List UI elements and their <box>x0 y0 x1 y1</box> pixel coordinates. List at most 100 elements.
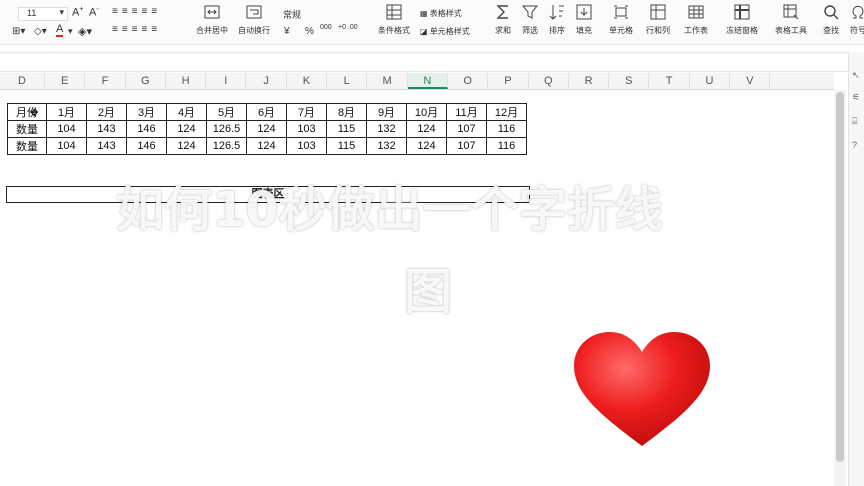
table-style-button[interactable]: ▦ 表格样式 <box>420 8 462 19</box>
table-row: 数量 104 143 146 124 126.5 124 103 115 132… <box>7 120 527 138</box>
worksheet-button[interactable]: 工作表 <box>684 3 708 36</box>
fill-label: 填充 <box>576 26 592 35</box>
table-cell[interactable]: 月份 <box>7 103 47 121</box>
column-header-v[interactable]: V <box>730 73 771 89</box>
table-cell[interactable]: 124 <box>246 137 287 155</box>
property-icon[interactable]: ⚟ <box>852 92 860 103</box>
scrollbar-thumb[interactable] <box>836 92 844 462</box>
sort-button[interactable]: 排序 <box>548 3 566 36</box>
freeze-panes-button[interactable]: 冻结窗格 <box>726 3 758 36</box>
fill-color-icon[interactable]: ◇▾ <box>34 26 47 37</box>
percent-button[interactable]: % <box>305 26 314 37</box>
layout-icon[interactable]: ⌸ <box>852 116 857 127</box>
table-cell[interactable]: 10月 <box>406 103 447 121</box>
chevron-down-icon[interactable]: ▾ <box>68 26 73 37</box>
help-icon[interactable]: ? <box>852 140 857 150</box>
font-color-icon[interactable]: A <box>56 24 64 37</box>
filter-button[interactable]: 筛选 <box>521 3 539 36</box>
table-cell[interactable]: 126.5 <box>206 120 247 138</box>
number-format-select[interactable]: 常规 <box>283 8 301 21</box>
table-cell[interactable]: 143 <box>86 120 127 138</box>
column-header-q[interactable]: Q <box>529 73 569 89</box>
decimal-button[interactable]: +0 .00 <box>338 24 358 31</box>
column-header-j[interactable]: J <box>247 73 287 89</box>
table-cell[interactable]: 9月 <box>366 103 407 121</box>
table-cell[interactable]: 数量 <box>7 120 47 138</box>
decrease-font-icon[interactable]: A- <box>89 6 99 19</box>
table-cell[interactable]: 124 <box>166 137 207 155</box>
table-tools-button[interactable]: 表格工具 <box>775 3 807 36</box>
table-cell[interactable]: 124 <box>246 120 287 138</box>
column-header-f[interactable]: F <box>85 73 126 89</box>
table-cell[interactable]: 146 <box>126 137 167 155</box>
column-header-o[interactable]: O <box>448 73 489 89</box>
table-cell[interactable]: 124 <box>166 120 207 138</box>
find-button[interactable]: 查找 <box>822 3 840 36</box>
wrap-text-button[interactable]: 自动换行 <box>238 3 270 36</box>
sum-button[interactable]: 求和 <box>494 3 512 36</box>
table-cell[interactable]: 115 <box>326 120 367 138</box>
table-cell[interactable]: 数量 <box>7 137 47 155</box>
formula-bar[interactable] <box>0 52 864 72</box>
column-header-d[interactable]: D <box>0 73 45 89</box>
column-header-g[interactable]: G <box>126 73 166 89</box>
table-cell[interactable]: 6月 <box>246 103 287 121</box>
table-cell[interactable]: 116 <box>486 137 527 155</box>
table-cell[interactable]: 8月 <box>326 103 367 121</box>
symbol-label: 符号 <box>850 26 864 35</box>
fill-button[interactable]: 填充 <box>575 3 593 36</box>
conditional-format-button[interactable]: 条件格式 <box>378 3 410 36</box>
cell-button[interactable]: 单元格 <box>609 3 633 36</box>
table-cell[interactable]: 124 <box>406 120 447 138</box>
data-table[interactable]: 月份 1月 2月 3月 4月 5月 6月 7月 8月 9月 10月 11月 12… <box>7 103 527 155</box>
column-header-t[interactable]: T <box>650 73 690 89</box>
horizontal-align-icons[interactable]: ≡≡≡≡≡ <box>112 24 161 35</box>
table-cell[interactable]: 132 <box>366 137 407 155</box>
column-header-l[interactable]: L <box>327 73 368 89</box>
table-cell[interactable]: 1月 <box>46 103 87 121</box>
table-cell[interactable]: 103 <box>286 120 327 138</box>
table-cell[interactable]: 132 <box>366 120 407 138</box>
table-cell[interactable]: 143 <box>86 137 127 155</box>
column-header-h[interactable]: H <box>166 73 207 89</box>
border-icon[interactable]: ⊞▾ <box>12 26 25 37</box>
column-header-m[interactable]: M <box>367 73 408 89</box>
table-cell[interactable]: 103 <box>286 137 327 155</box>
currency-button[interactable]: ¥ <box>284 26 290 37</box>
cell-style-button[interactable]: ◪ 单元格样式 <box>420 26 470 37</box>
column-header-p[interactable]: P <box>488 73 529 89</box>
select-arrow-icon[interactable]: ↖ <box>852 70 860 81</box>
font-size-select[interactable]: 11 ▾ <box>18 7 68 21</box>
table-cell[interactable]: 107 <box>446 137 487 155</box>
column-header-i[interactable]: I <box>206 73 247 89</box>
column-header-s[interactable]: S <box>609 73 650 89</box>
table-cell[interactable]: 5月 <box>206 103 247 121</box>
sort-icon <box>549 5 564 20</box>
increase-font-icon[interactable]: A+ <box>72 6 83 19</box>
column-header-u[interactable]: U <box>690 73 731 89</box>
table-cell[interactable]: 2月 <box>86 103 127 121</box>
symbol-button[interactable]: 符号 <box>849 3 864 36</box>
table-cell[interactable]: 104 <box>46 120 87 138</box>
column-header-r[interactable]: R <box>569 73 610 89</box>
table-cell[interactable]: 115 <box>326 137 367 155</box>
table-cell[interactable]: 104 <box>46 137 87 155</box>
table-cell[interactable]: 146 <box>126 120 167 138</box>
column-header-k[interactable]: K <box>287 73 328 89</box>
eraser-icon[interactable]: ◈▾ <box>78 25 92 38</box>
column-header-e[interactable]: E <box>45 73 86 89</box>
table-cell[interactable]: 107 <box>446 120 487 138</box>
merge-center-button[interactable]: 合并居中 <box>196 3 228 36</box>
table-cell[interactable]: 116 <box>486 120 527 138</box>
column-header-n[interactable]: N <box>407 73 448 89</box>
table-cell[interactable]: 124 <box>406 137 447 155</box>
table-cell[interactable]: 126.5 <box>206 137 247 155</box>
row-col-button[interactable]: 行和列 <box>646 3 670 36</box>
table-cell[interactable]: 3月 <box>126 103 167 121</box>
table-cell[interactable]: 4月 <box>166 103 207 121</box>
vertical-align-icons[interactable]: ≡≡≡≡≡ <box>112 6 161 17</box>
table-cell[interactable]: 12月 <box>486 103 527 121</box>
thousands-button[interactable]: 000 <box>320 24 332 31</box>
table-cell[interactable]: 7月 <box>286 103 327 121</box>
table-cell[interactable]: 11月 <box>446 103 487 121</box>
